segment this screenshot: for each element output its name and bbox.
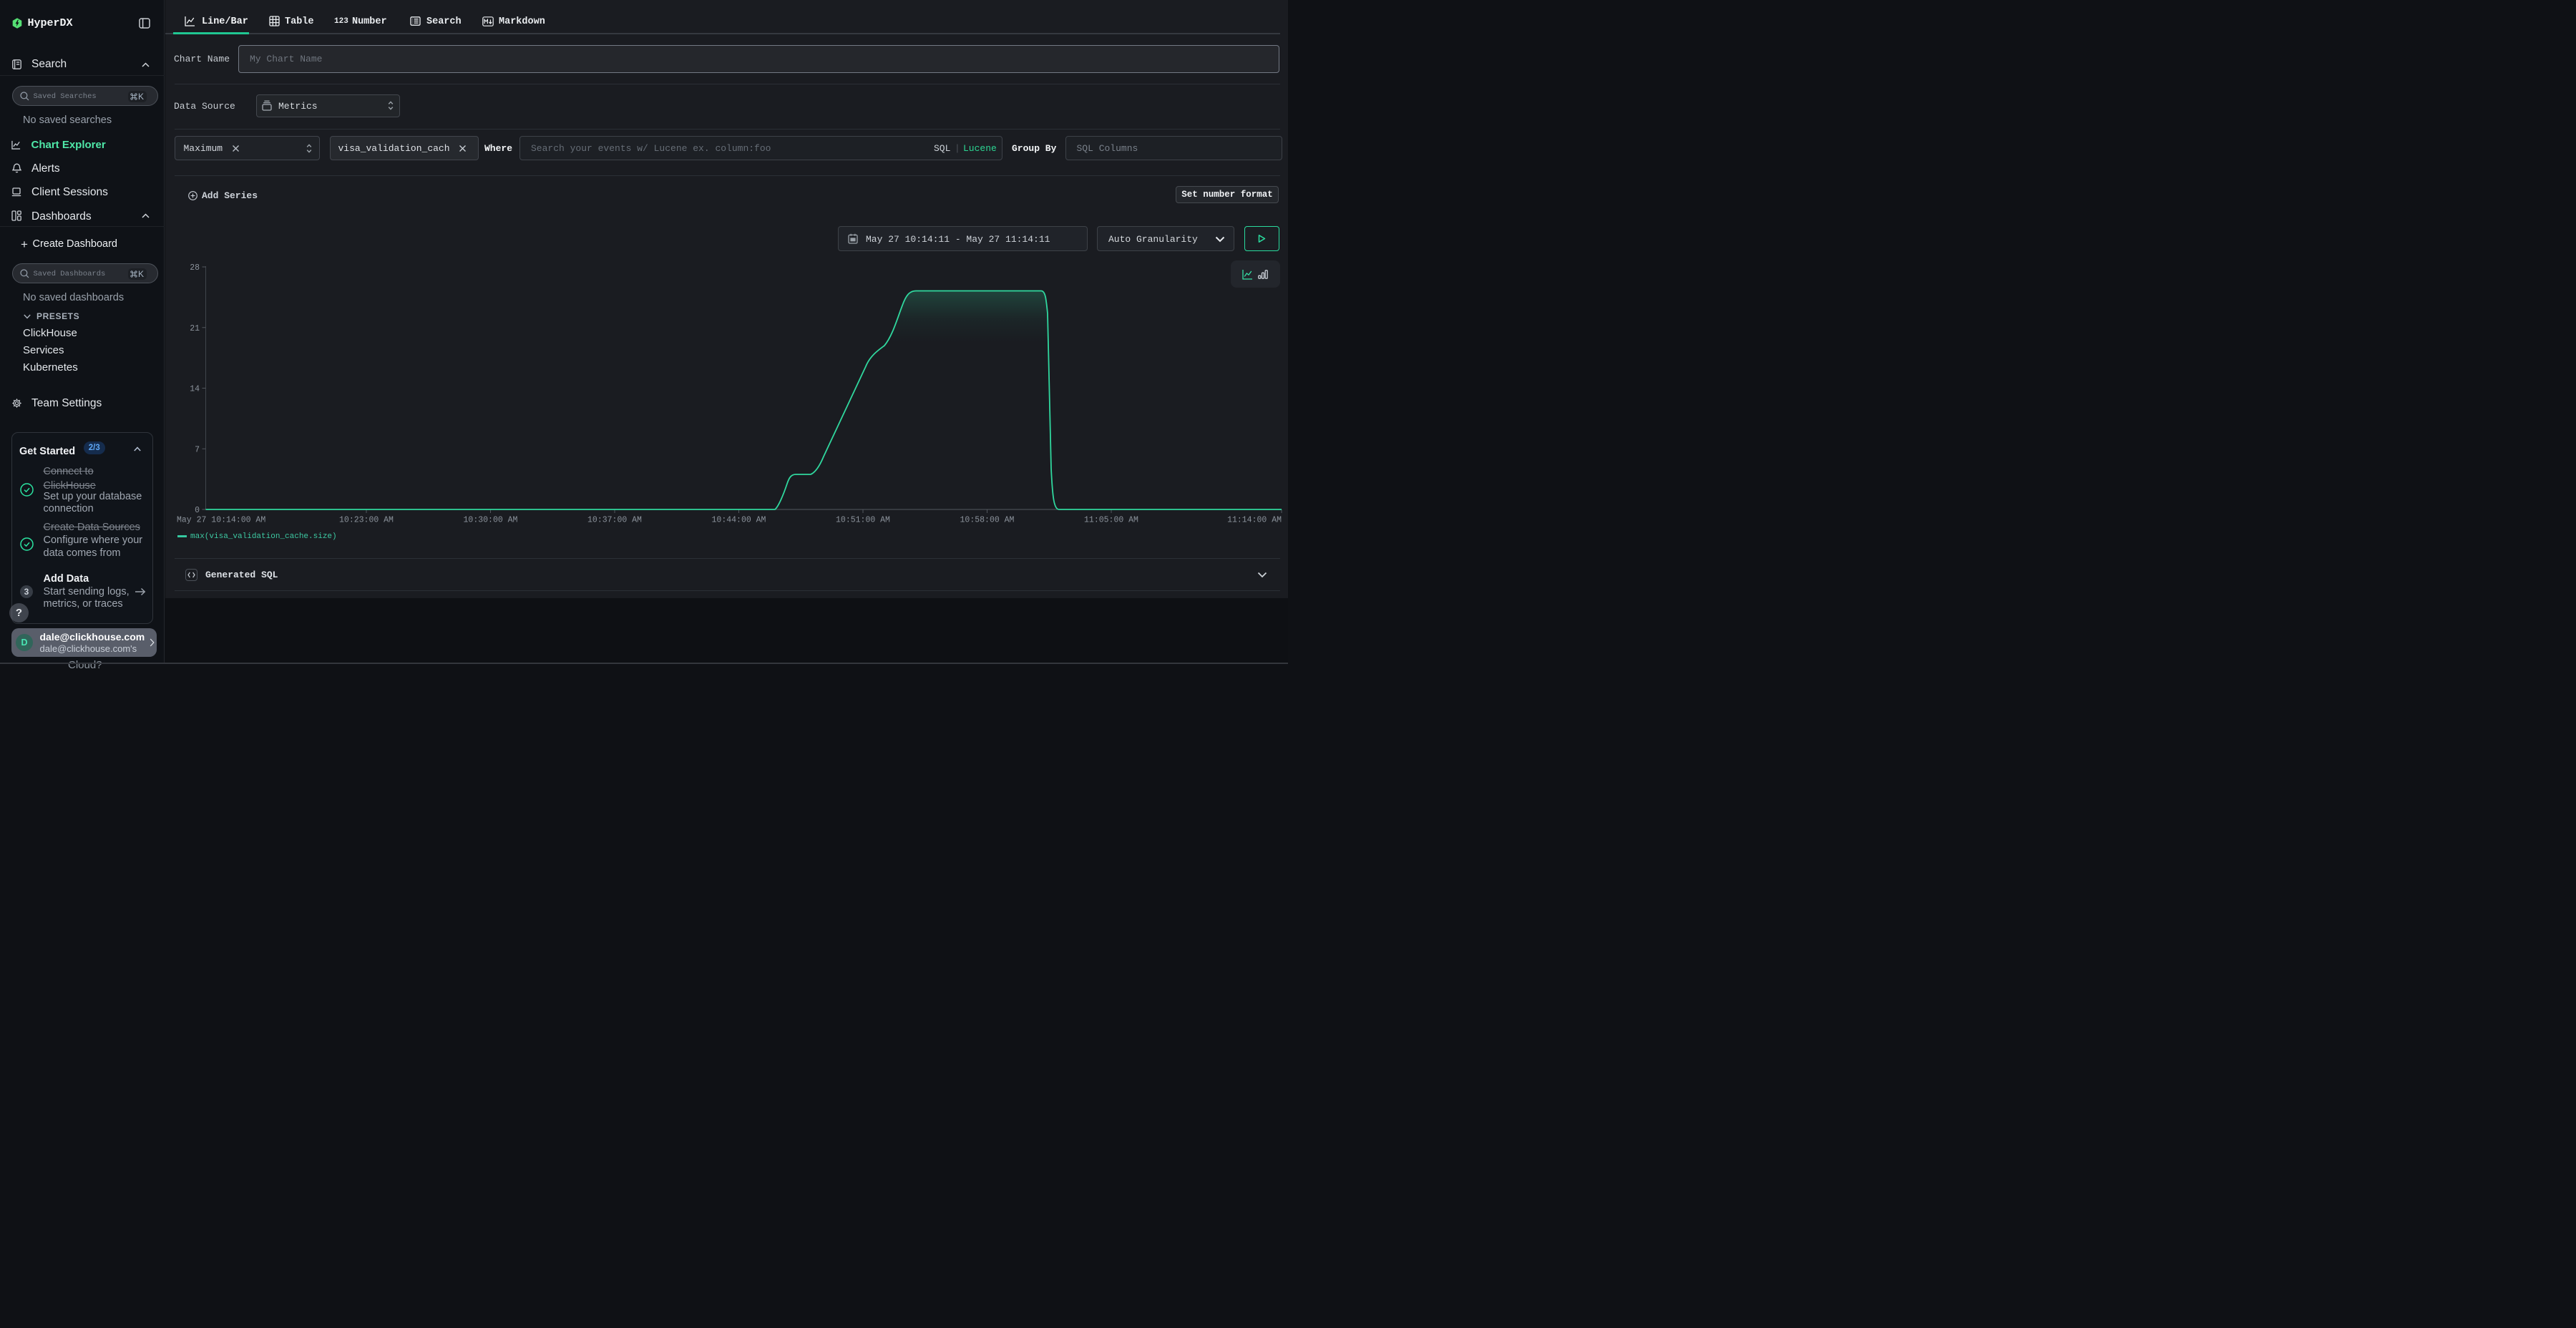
svg-text:10:51:00 AM: 10:51:00 AM <box>836 516 890 525</box>
svg-text:11:14:00 AM: 11:14:00 AM <box>1227 516 1282 525</box>
svg-text:14: 14 <box>190 385 200 394</box>
svg-text:7: 7 <box>195 445 200 454</box>
svg-text:May 27 10:14:00 AM: May 27 10:14:00 AM <box>177 516 265 525</box>
svg-text:28: 28 <box>190 263 200 273</box>
svg-text:11:05:00 AM: 11:05:00 AM <box>1084 516 1138 525</box>
svg-text:10:58:00 AM: 10:58:00 AM <box>960 516 1015 525</box>
svg-text:10:30:00 AM: 10:30:00 AM <box>464 516 518 525</box>
svg-text:0: 0 <box>195 506 200 515</box>
svg-text:10:44:00 AM: 10:44:00 AM <box>712 516 766 525</box>
svg-text:10:37:00 AM: 10:37:00 AM <box>587 516 642 525</box>
svg-text:21: 21 <box>190 324 200 333</box>
svg-text:10:23:00 AM: 10:23:00 AM <box>339 516 394 525</box>
